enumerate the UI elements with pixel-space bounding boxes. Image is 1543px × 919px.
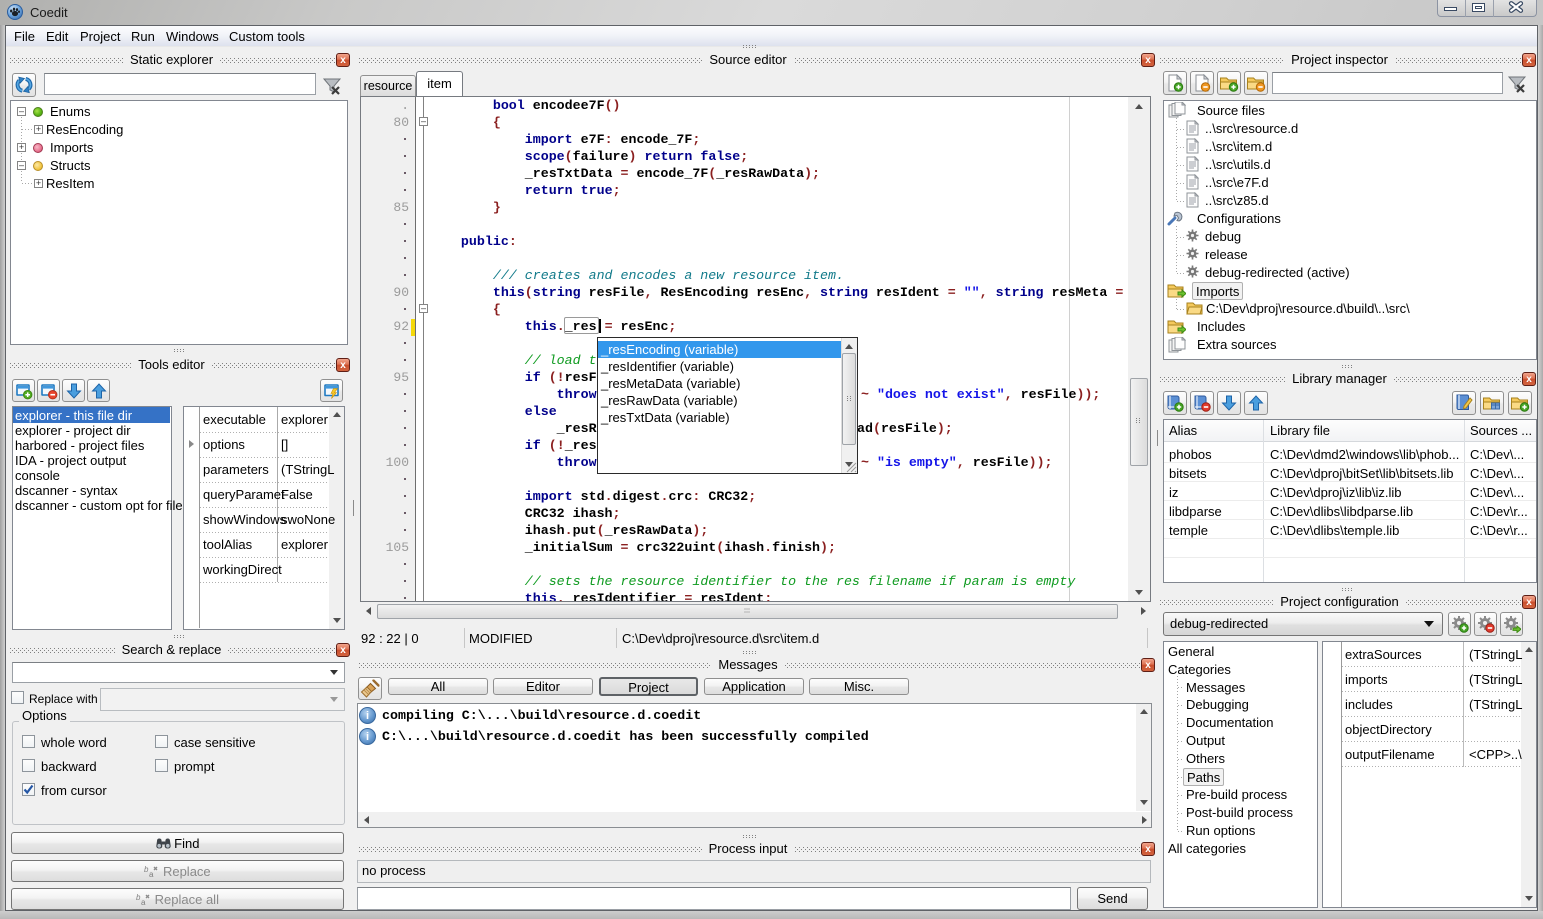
svg-text:a: a — [141, 898, 146, 906]
svg-text:a: a — [149, 870, 154, 878]
